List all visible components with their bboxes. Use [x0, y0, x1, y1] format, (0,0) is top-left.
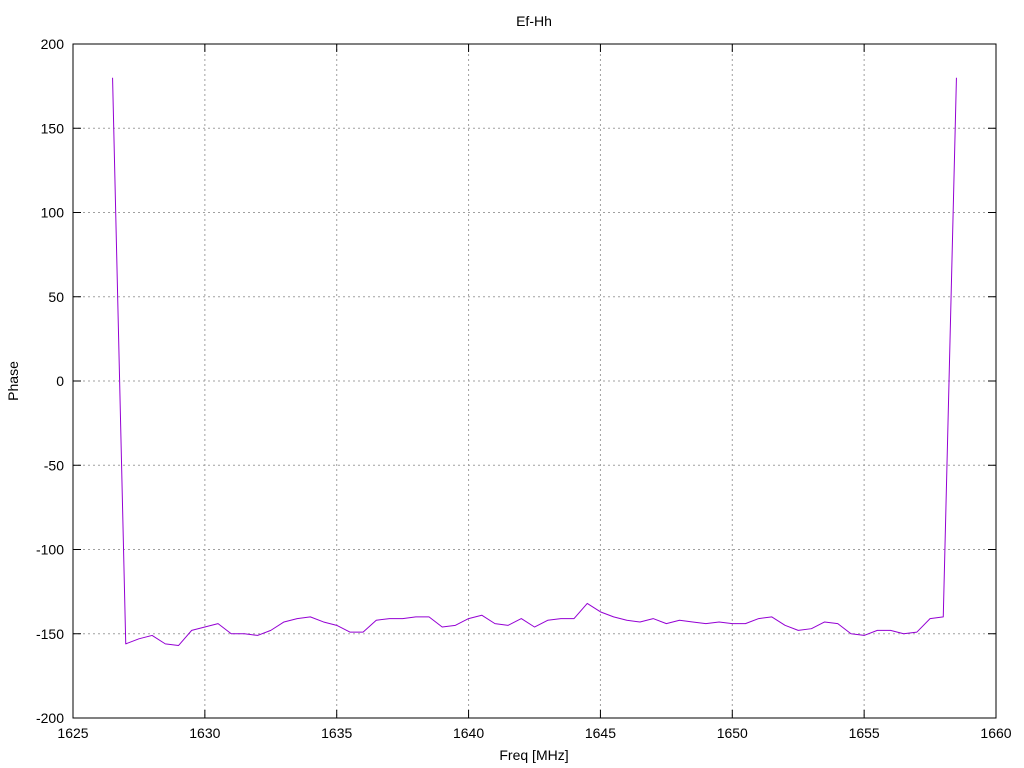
y-tick-label: 150 — [41, 120, 65, 136]
series-layer — [112, 77, 957, 647]
y-tick-label: -200 — [36, 710, 64, 726]
grid-lines — [73, 44, 996, 718]
y-tick-label: 100 — [41, 205, 65, 221]
y-tick-label: 50 — [48, 289, 64, 305]
y-tick-label: 200 — [41, 36, 65, 52]
x-tick-label: 1630 — [189, 725, 220, 741]
phase-chart: Ef-Hh 1625 1630 1635 1640 1645 1650 1655 1660 -2… — [5, 13, 1012, 763]
x-tick-label: 1640 — [453, 725, 484, 741]
x-tick-label: 1655 — [849, 725, 880, 741]
x-tick-label: 1625 — [57, 725, 88, 741]
y-tick-label: -100 — [36, 542, 64, 558]
x-axis-label: Freq [MHz] — [499, 747, 568, 763]
x-tick-label: 1645 — [585, 725, 616, 741]
chart-title: Ef-Hh — [516, 13, 552, 29]
x-tick-label: 1635 — [321, 725, 352, 741]
y-axis-label: Phase — [5, 361, 21, 401]
y-tick-label: 0 — [56, 373, 64, 389]
y-tick-label: -50 — [44, 457, 64, 473]
phase-series-line — [112, 77, 957, 647]
x-tick-label: 1650 — [717, 725, 748, 741]
x-tick-label: 1660 — [980, 725, 1011, 741]
y-tick-label: -150 — [36, 626, 64, 642]
